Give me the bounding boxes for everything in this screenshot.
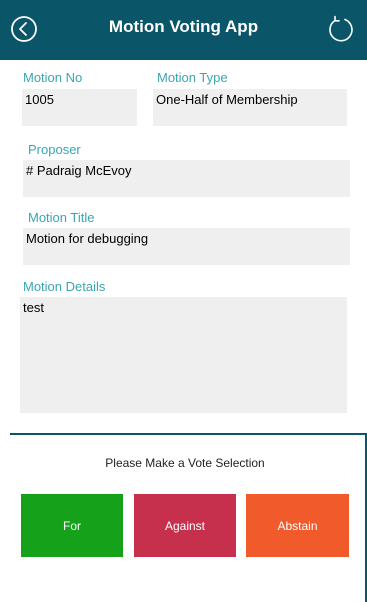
motion-title-field: Motion for debugging [23,228,350,265]
proposer-label: Proposer [28,142,81,157]
refresh-button[interactable] [326,14,356,44]
motion-details-field: test [20,297,347,413]
app-header: Motion Voting App [0,0,367,60]
motion-type-label: Motion Type [157,70,228,85]
motion-type-field: One-Half of Membership [153,89,347,126]
proposer-field: # Padraig McEvoy [23,160,350,197]
motion-details-label: Motion Details [23,279,106,294]
vote-prompt: Please Make a Vote Selection [105,456,265,470]
vote-for-button[interactable]: For [21,494,123,557]
app-title: Motion Voting App [108,17,259,36]
motion-title-label: Motion Title [28,210,95,225]
motion-no-field: 1005 [22,89,137,126]
vote-against-button[interactable]: Against [134,494,236,557]
vote-abstain-button[interactable]: Abstain [246,494,349,557]
vote-section-divider [10,433,367,435]
motion-no-label: Motion No [23,70,83,85]
refresh-icon [329,15,353,42]
